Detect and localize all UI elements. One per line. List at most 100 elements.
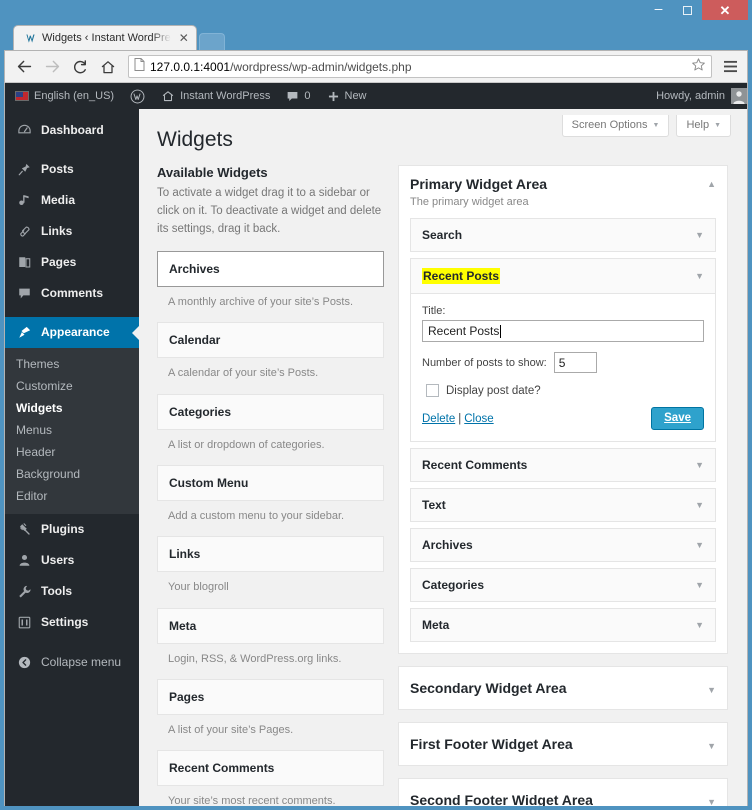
chevron-down-icon[interactable]: ▼ [707,682,716,695]
chevron-down-icon[interactable]: ▼ [695,271,704,281]
widget-header: Categories ▼ [411,569,715,601]
primary-area-description: The primary widget area [410,196,529,209]
avatar [731,88,747,104]
dashboard-icon [16,123,32,138]
sidebar-item-label: Comments [41,286,104,301]
sidebar-item-users[interactable]: Users [5,545,139,576]
submenu-item-themes[interactable]: Themes [5,353,139,375]
delete-link[interactable]: Delete [422,413,455,425]
sidebar-item-links[interactable]: Links [5,216,139,247]
sidebar-item-plugins[interactable]: Plugins [5,514,139,545]
adminbar-new-label: New [344,90,367,102]
widget-archives[interactable]: Archives ▼ [410,528,716,563]
adminbar-new[interactable]: New [319,83,375,109]
available-widget-recent-comments[interactable]: Recent Comments [157,750,384,787]
submenu-item-menus[interactable]: Menus [5,419,139,441]
adminbar-site-name[interactable]: Instant WordPress [153,83,278,109]
forward-button[interactable] [39,54,65,80]
adminbar-language[interactable]: English (en_US) [5,83,122,109]
media-icon [16,193,32,208]
home-icon [162,91,174,102]
sidebar-item-posts[interactable]: Posts [5,154,139,185]
minimize-button[interactable]: – [644,0,673,20]
wordpress-favicon-icon [23,31,37,45]
title-input[interactable]: Recent Posts [422,320,704,343]
save-button[interactable]: Save [651,407,704,431]
back-button[interactable] [11,54,37,80]
sidebar-collapse-menu[interactable]: Collapse menu [5,646,139,678]
posts-count-input[interactable]: 5 [553,352,597,374]
adminbar-comments[interactable]: 0 [278,83,318,109]
widget-meta[interactable]: Meta ▼ [410,608,716,643]
posts-count-label: Number of posts to show: [422,356,547,369]
browser-tab[interactable]: Widgets ‹ Instant WordPre ✕ [13,25,197,50]
adminbar-account[interactable]: Howdy, admin [656,88,747,104]
widget-text[interactable]: Text ▼ [410,488,716,523]
chevron-down-icon[interactable]: ▼ [707,738,716,751]
maximize-button[interactable] [673,0,702,20]
submenu-item-background[interactable]: Background [5,463,139,485]
available-widget-calendar[interactable]: Calendar [157,322,384,359]
available-widget-links[interactable]: Links [157,536,384,573]
submenu-item-widgets[interactable]: Widgets [5,397,139,419]
admin-sidebar-menu: Dashboard Posts Media Links Pages Commen… [5,109,139,806]
chevron-down-icon[interactable]: ▼ [695,230,704,240]
chevron-down-icon[interactable]: ▼ [695,580,704,590]
available-widget-pages[interactable]: Pages [157,679,384,716]
hamburger-menu-icon[interactable] [719,60,741,73]
screen-options-button[interactable]: Screen Options ▼ [561,115,670,137]
sidebar-item-label: Links [41,224,73,239]
available-widget-archives[interactable]: Archives [157,250,384,287]
submenu-item-customize[interactable]: Customize [5,375,139,397]
sidebar-item-comments[interactable]: Comments [5,278,139,309]
available-widget-categories[interactable]: Categories [157,393,384,430]
chevron-down-icon[interactable]: ▼ [707,794,716,806]
widget-description: A list of your site’s Pages. [168,724,294,737]
close-window-button[interactable]: ✕ [702,0,748,20]
sidebar-item-pages[interactable]: Pages [5,247,139,278]
widgets-layout: Available Widgets To activate a widget d… [157,165,731,806]
widget-search[interactable]: Search ▼ [410,218,716,253]
available-widget-meta[interactable]: Meta [157,607,384,644]
widget-description: Your blogroll [168,581,229,594]
widget-areas-column: Primary Widget Area ▲ The primary widget… [398,165,728,806]
sidebar-item-label: Dashboard [41,123,104,138]
sidebar-item-label: Appearance [41,325,110,340]
address-bar[interactable]: 127.0.0.1:4001/wordpress/wp-admin/widget… [128,55,712,78]
sidebar-item-settings[interactable]: Settings [5,607,139,638]
first-footer-widget-area[interactable]: First Footer Widget Area ▼ [398,722,728,767]
second-footer-widget-area[interactable]: Second Footer Widget Area ▼ [398,778,728,806]
new-tab-button[interactable] [198,33,225,50]
widget-header[interactable]: Recent Posts ▼ [411,259,715,295]
widget-name: Links [169,547,201,562]
home-button[interactable] [95,54,121,80]
chevron-down-icon[interactable]: ▼ [695,460,704,470]
chevron-down-icon[interactable]: ▼ [695,540,704,550]
tab-close-icon[interactable]: ✕ [179,32,189,44]
appearance-submenu: Themes Customize Widgets Menus Header Ba… [5,348,139,514]
chevron-up-icon[interactable]: ▲ [707,176,716,189]
adminbar-wp-logo[interactable] [122,83,153,109]
sidebar-item-appearance[interactable]: Appearance [5,317,139,348]
bookmark-star-icon[interactable] [691,57,706,77]
sidebar-item-label: Settings [41,615,89,630]
widget-categories[interactable]: Categories ▼ [410,568,716,603]
primary-area-header[interactable]: Primary Widget Area ▲ [410,176,716,192]
secondary-widget-area[interactable]: Secondary Widget Area ▼ [398,666,728,711]
sidebar-item-media[interactable]: Media [5,185,139,216]
reload-button[interactable] [67,54,93,80]
help-button[interactable]: Help ▼ [676,115,731,137]
sidebar-item-dashboard[interactable]: Dashboard [5,115,139,146]
display-post-date-checkbox[interactable] [426,384,439,398]
chevron-down-icon[interactable]: ▼ [695,500,704,510]
wrench-icon [16,584,32,599]
screen-meta-links: Screen Options ▼ Help ▼ [561,115,731,137]
widget-title: Archives [422,538,473,553]
close-link[interactable]: Close [464,413,493,425]
chevron-down-icon[interactable]: ▼ [695,620,704,630]
submenu-item-editor[interactable]: Editor [5,485,139,507]
available-widget-custom-menu[interactable]: Custom Menu [157,464,384,501]
widget-recent-comments[interactable]: Recent Comments ▼ [410,448,716,483]
sidebar-item-tools[interactable]: Tools [5,576,139,607]
submenu-item-header[interactable]: Header [5,441,139,463]
